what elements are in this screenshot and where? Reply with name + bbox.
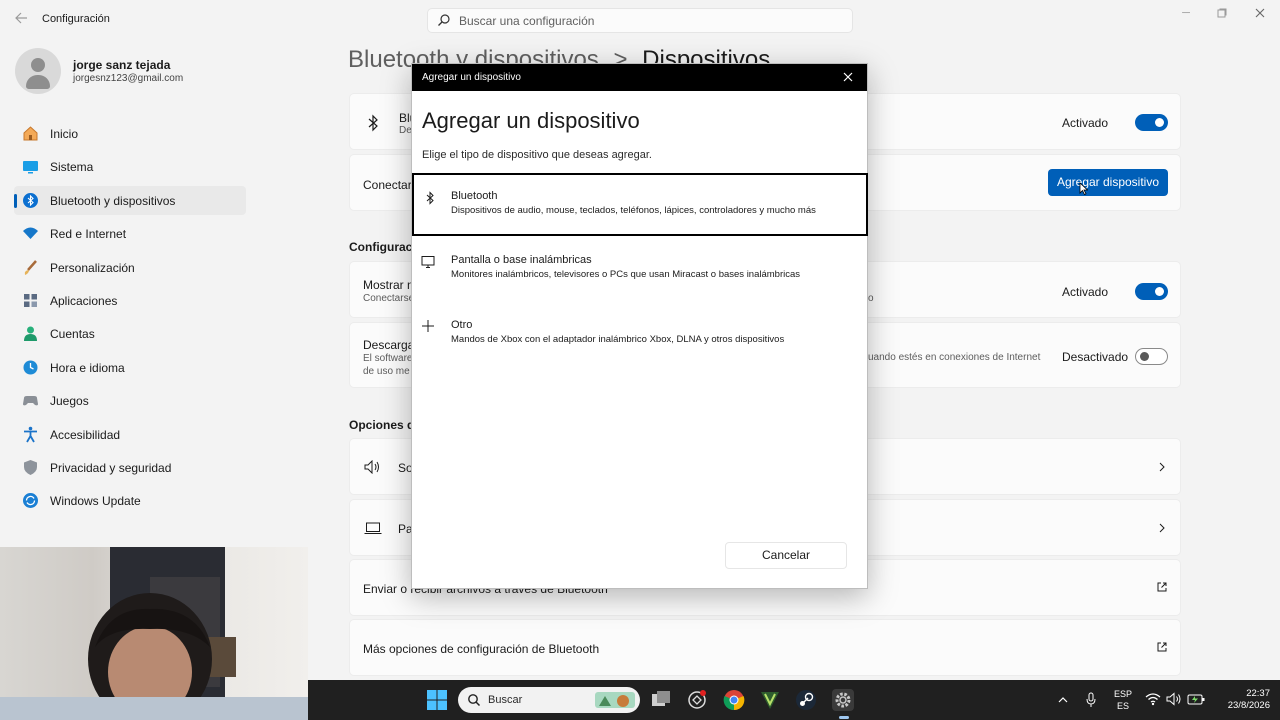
app-title: Configuración — [42, 13, 110, 25]
v-app-icon[interactable] — [759, 689, 781, 711]
chrome-icon[interactable] — [723, 689, 745, 711]
search-icon — [438, 14, 450, 26]
sidebar-nav: Inicio Sistema Bluetooth y dispositivos … — [14, 119, 246, 520]
wifi-icon[interactable] — [1145, 692, 1161, 706]
settings-search-box[interactable]: Buscar una configuración — [427, 8, 853, 33]
bluetooth-state-label: Activado — [1062, 116, 1109, 130]
sidebar-item-sistema[interactable]: Sistema — [14, 152, 246, 181]
shield-icon — [24, 459, 37, 475]
language-indicator[interactable]: ESP ES — [1112, 688, 1134, 712]
chevron-up-icon[interactable] — [1057, 695, 1069, 705]
dialog-heading: Agregar un dispositivo — [422, 108, 640, 133]
sidebar-item-juegos[interactable]: Juegos — [14, 386, 246, 415]
apps-icon — [24, 293, 37, 307]
show-toggle[interactable] — [1135, 283, 1168, 300]
search-icon — [468, 694, 481, 707]
webcam-overlay — [0, 547, 308, 720]
chevron-right-icon — [1159, 523, 1165, 533]
accounts-icon — [24, 326, 37, 342]
home-icon — [23, 126, 38, 141]
option-bluetooth[interactable]: Bluetooth Dispositivos de audio, mouse, … — [412, 173, 868, 236]
settings-gear-icon[interactable] — [832, 689, 854, 711]
laptop-icon — [364, 522, 382, 534]
bluetooth-icon — [23, 192, 38, 208]
globe-clock-icon — [23, 360, 38, 375]
external-link-icon — [1157, 642, 1167, 652]
back-arrow-icon[interactable] — [12, 11, 30, 29]
download-toggle[interactable] — [1135, 348, 1168, 365]
bluetooth-icon — [368, 114, 378, 132]
dialog-description: Elige el tipo de dispositivo que deseas … — [422, 149, 652, 161]
sidebar-item-inicio[interactable]: Inicio — [14, 119, 246, 148]
app-icon-circle[interactable] — [686, 689, 708, 711]
close-window-button[interactable] — [1242, 4, 1278, 22]
mouse-cursor-icon — [1079, 182, 1088, 195]
monitor-icon — [421, 256, 435, 268]
add-device-button[interactable]: Agregar dispositivo — [1048, 169, 1168, 196]
cancel-button[interactable]: Cancelar — [725, 542, 847, 569]
external-link-icon — [1157, 582, 1167, 592]
accessibility-icon — [24, 426, 37, 442]
windows-start-icon[interactable] — [426, 689, 448, 711]
maximize-button[interactable] — [1204, 4, 1240, 22]
sidebar-item-accesibilidad[interactable]: Accesibilidad — [14, 420, 246, 449]
sidebar-item-aplicaciones[interactable]: Aplicaciones — [14, 286, 246, 315]
steam-icon[interactable] — [795, 689, 817, 711]
taskbar: Buscar ESP ES 22:37 23/8/2026 — [308, 680, 1280, 720]
microphone-icon[interactable] — [1085, 692, 1097, 708]
bluetooth-icon — [426, 191, 434, 205]
system-icon — [23, 161, 38, 174]
speaker-icon — [364, 460, 379, 474]
user-name: jorge sanz tejada — [73, 58, 171, 72]
plus-icon — [422, 320, 434, 332]
search-highlight-icon — [595, 692, 635, 708]
search-placeholder: Buscar una configuración — [459, 14, 595, 28]
option-wireless-display[interactable]: Pantalla o base inalámbricas Monitores i… — [412, 238, 868, 301]
update-icon — [23, 493, 38, 509]
show-state-label: Activado — [1062, 285, 1109, 299]
option-other[interactable]: Otro Mandos de Xbox con el adaptador ina… — [412, 303, 868, 366]
sidebar-item-privacidad[interactable]: Privacidad y seguridad — [14, 453, 246, 482]
volume-icon[interactable] — [1166, 692, 1182, 706]
battery-charging-icon[interactable] — [1187, 692, 1205, 706]
minimize-button[interactable]: ─ — [1168, 4, 1204, 22]
close-icon[interactable] — [841, 70, 855, 84]
sidebar-item-hora[interactable]: Hora e idioma — [14, 353, 246, 382]
clock[interactable]: 22:37 23/8/2026 — [1214, 688, 1270, 712]
sidebar-item-windows-update[interactable]: Windows Update — [14, 486, 246, 515]
taskbar-search[interactable]: Buscar — [458, 687, 640, 713]
sidebar-item-personalizacion[interactable]: Personalización — [14, 253, 246, 282]
brush-icon — [24, 259, 37, 275]
chevron-right-icon — [1159, 462, 1165, 472]
more-bluetooth-options-row[interactable]: Más opciones de configuración de Bluetoo… — [349, 619, 1181, 676]
user-email: jorgesnz123@gmail.com — [73, 73, 184, 84]
active-app-indicator — [839, 716, 849, 719]
sidebar-item-red[interactable]: Red e Internet — [14, 219, 246, 248]
sidebar-item-bluetooth[interactable]: Bluetooth y dispositivos — [14, 185, 246, 215]
wifi-icon — [23, 227, 38, 240]
gamepad-icon — [23, 396, 38, 406]
bluetooth-toggle[interactable] — [1135, 114, 1168, 131]
sidebar-item-cuentas[interactable]: Cuentas — [14, 319, 246, 348]
download-state-label: Desactivado — [1062, 350, 1129, 364]
avatar[interactable] — [15, 48, 61, 94]
title-bar: Configuración Buscar una configuración ─ — [0, 0, 1280, 40]
dialog-title-bar: Agregar un dispositivo — [412, 64, 867, 91]
task-view-icon[interactable] — [650, 689, 672, 711]
add-device-dialog: Agregar un dispositivo Agregar un dispos… — [411, 63, 868, 589]
